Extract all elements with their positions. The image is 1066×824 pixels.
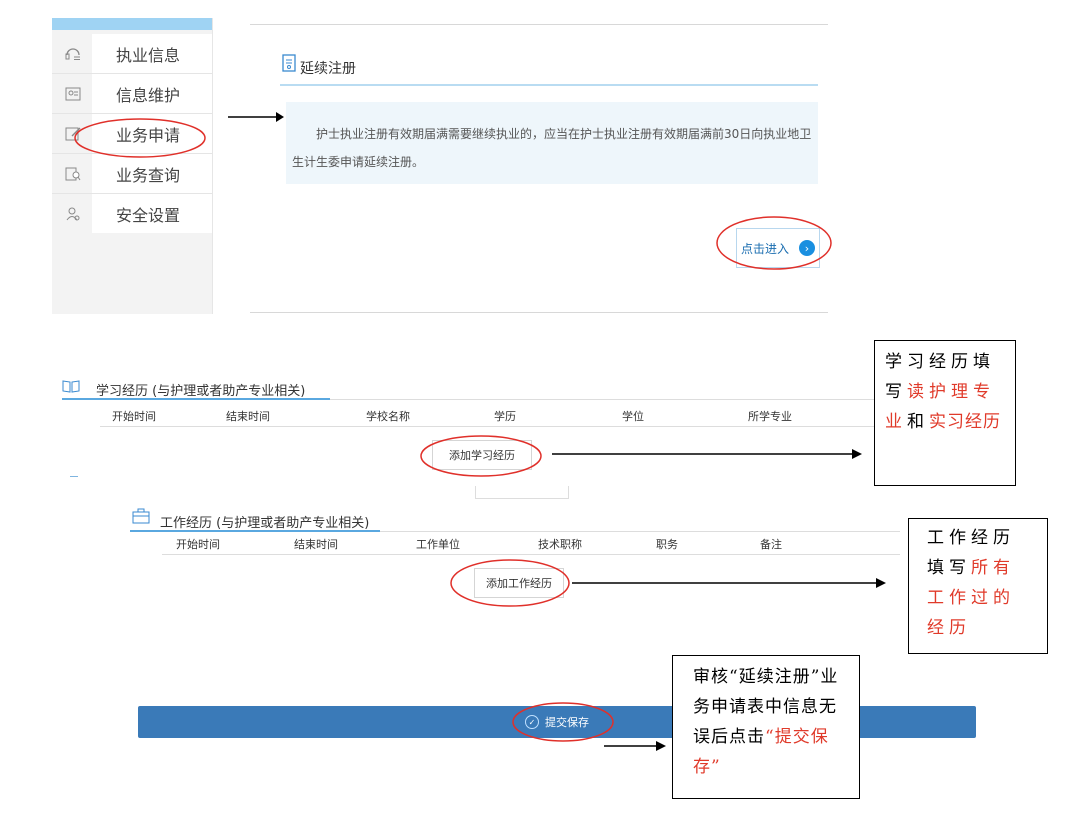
study-header-divider (100, 426, 930, 427)
small-mark (70, 476, 78, 477)
study-col-major: 所学专业 (748, 410, 792, 423)
id-card-icon (52, 86, 94, 102)
sidebar-item-label: 信息维护 (92, 74, 212, 113)
work-col-start: 开始时间 (176, 538, 220, 551)
work-col-end: 结束时间 (294, 538, 338, 551)
panel-bottom-border (250, 312, 828, 313)
sidebar-item-label: 安全设置 (92, 194, 212, 233)
highlight-circle (420, 435, 542, 477)
headset-icon (52, 46, 94, 62)
sidebar-header-bar (52, 18, 212, 30)
search-doc-icon (52, 166, 94, 182)
work-title-underline (130, 530, 380, 532)
arrow (228, 112, 284, 122)
arrow (552, 449, 862, 459)
highlight-circle (512, 702, 614, 742)
work-divider (380, 531, 900, 532)
renew-title-underline (280, 84, 818, 86)
study-col-degree: 学位 (622, 410, 644, 423)
study-col-school: 学校名称 (366, 410, 410, 423)
highlight-circle (450, 559, 570, 607)
work-header-divider (162, 554, 900, 555)
highlight-circle (716, 216, 832, 270)
briefcase-icon (132, 508, 150, 528)
work-note-callout: 工作经历填写所有工作过的经历 (908, 518, 1048, 654)
renew-title: 延续注册 (300, 61, 356, 77)
study-section-title: 学习经历 (与护理或者助产专业相关) (96, 384, 306, 399)
study-note-text: 和 (907, 412, 929, 432)
study-col-end: 结束时间 (226, 410, 270, 423)
work-col-employer: 工作单位 (416, 538, 460, 551)
document-icon (282, 54, 296, 76)
book-icon (62, 378, 80, 397)
study-col-education: 学历 (494, 410, 516, 423)
submit-note-callout: 审核“延续注册”业务申请表中信息无误后点击“提交保存” (672, 655, 860, 799)
arrow (572, 578, 886, 588)
sidebar-item-practice-info[interactable]: 执业信息 (52, 34, 212, 74)
panel-top-border (250, 24, 828, 25)
study-note-highlight: 实习经历 (929, 412, 1001, 432)
study-note-callout: 学习经历填写读护理专业和实习经历 (874, 340, 1016, 486)
user-shield-icon (52, 206, 94, 222)
study-title-underline (62, 398, 330, 400)
study-col-start: 开始时间 (112, 410, 156, 423)
study-divider (330, 399, 930, 400)
work-section-title: 工作经历 (与护理或者助产专业相关) (160, 516, 370, 531)
renew-description: 护士执业注册有效期届满需要继续执业的，应当在护士执业注册有效期届满前30日向执业… (292, 127, 812, 169)
ghost-button-outline (475, 486, 569, 499)
work-col-remark: 备注 (760, 538, 782, 551)
work-col-title: 技术职称 (538, 538, 582, 551)
arrow (604, 741, 666, 751)
work-col-position: 职务 (656, 538, 678, 551)
sidebar-item-label: 执业信息 (92, 34, 212, 73)
highlight-circle (74, 118, 206, 158)
sidebar-item-security[interactable]: 安全设置 (52, 194, 212, 233)
sidebar-item-business-query[interactable]: 业务查询 (52, 154, 212, 194)
sidebar-item-info-maintenance[interactable]: 信息维护 (52, 74, 212, 114)
